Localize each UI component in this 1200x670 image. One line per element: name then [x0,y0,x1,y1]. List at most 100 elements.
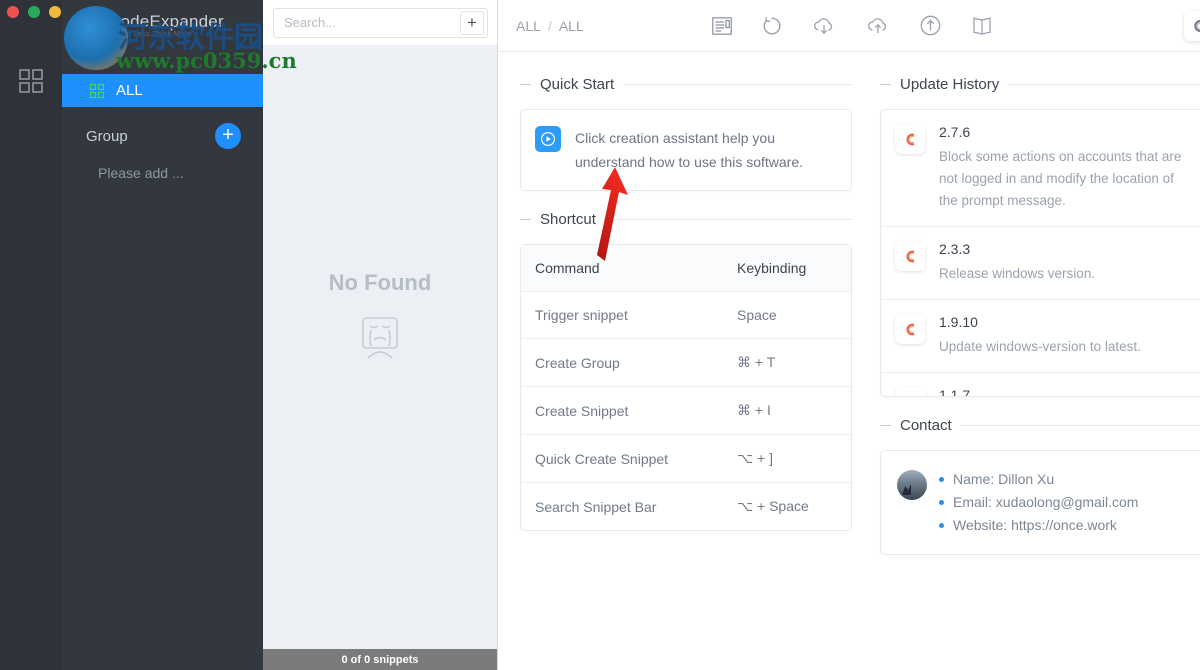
section-dash [520,219,531,220]
cell-command: Create Group [521,338,723,387]
search-box[interactable]: + [273,7,488,38]
cell-keybinding: ⌘ + T [723,338,851,387]
breadcrumb: ALL / ALL [516,18,584,34]
codeexpander-logo-icon [895,124,925,154]
sidebar-item-all[interactable]: ALL [62,74,263,107]
column-header-command: Command [521,245,723,292]
status-bar: 0 of 0 snippets [263,649,497,670]
list-item: 2.7.6 Block some actions on accounts tha… [881,110,1200,227]
brand-name: CodeExpander [108,12,224,32]
section-rule [1008,84,1200,85]
contact-website[interactable]: Website: https://once.work [939,514,1138,537]
breadcrumb-item-1[interactable]: ALL [559,18,584,34]
contact-email[interactable]: Email: xudaolong@gmail.com [939,491,1138,514]
close-button[interactable] [7,6,19,18]
section-dash [520,84,531,85]
section-rule [960,425,1200,426]
book-icon[interactable] [971,16,993,36]
list-item: 1.1.7 [881,373,1200,397]
cell-command: Search Snippet Bar [535,498,657,515]
cell-keybinding: Space [723,291,851,339]
play-icon[interactable] [535,126,561,152]
left-rail [0,0,62,670]
quick-start-text: Click creation assistant help you unders… [575,130,804,170]
table-row: Create Group ⌘ + T [521,338,851,387]
breadcrumb-item-0[interactable]: ALL [516,18,541,34]
section-dash [880,425,891,426]
window-controls [7,6,61,18]
search-input[interactable] [284,15,460,30]
left-column: Quick Start Click creation assistant hel… [520,76,852,670]
sidebar-group-header: Group + [62,107,263,165]
shortcut-table-body: Trigger snippet Space Create Group ⌘ + T… [521,291,851,531]
column-header-keybinding: Keybinding [723,245,851,292]
toolbar: ALL / ALL [498,0,1200,52]
update-history-title: Update History [900,76,1000,93]
codeexpander-logo-icon [895,387,925,396]
cell-command: Quick Create Snippet [521,434,723,483]
avatar [897,470,927,500]
contact-header: Contact [880,417,1200,434]
cloud-download-icon[interactable] [812,16,836,36]
toolbar-actions [711,15,993,36]
shortcut-card: Command Keybinding Trigger snippet Space… [520,244,852,531]
group-sidebar: CodeExpander - Code Less Think More - AL… [62,0,297,670]
quick-start-header: Quick Start [520,76,852,93]
upload-circle-icon[interactable] [920,15,941,36]
search-bar: + [263,0,497,45]
codeexpander-logo-icon[interactable] [1184,10,1200,41]
shortcut-title: Shortcut [540,211,596,228]
brand-tagline: - Code Less Think More - [108,31,197,39]
contact-title: Contact [900,417,952,434]
contact-name: Name: Dillon Xu [939,468,1138,491]
sad-face-icon [362,317,398,359]
update-version: 2.3.3 [939,241,971,257]
app-brand: CodeExpander - Code Less Think More - [62,0,263,52]
table-header-row: Command Keybinding [521,245,851,292]
cloud-upload-icon[interactable] [866,16,890,36]
snippet-list-panel: + No Found 0 of 0 snippets [263,0,498,670]
dashboard-content: Quick Start Click creation assistant hel… [498,52,1200,670]
update-version: 1.9.10 [939,314,978,330]
shortcut-table: Command Keybinding Trigger snippet Space… [521,245,851,530]
add-group-button[interactable]: + [215,123,241,149]
sidebar-section-label: ALL [86,52,111,68]
list-item: 1.9.10 Update windows-version to latest. [881,300,1200,373]
contact-card: Name: Dillon Xu Email: xudaolong@gmail.c… [880,450,1200,555]
update-history-card[interactable]: 2.7.6 Block some actions on accounts tha… [880,109,1200,397]
sidebar-group-label: Group [86,127,128,145]
empty-state: No Found [263,45,497,649]
zoom-button[interactable] [49,6,61,18]
update-version: 2.7.6 [939,124,971,140]
snippet-list-icon[interactable] [711,16,732,35]
table-row: Trigger snippet Space [521,291,851,339]
cell-keybinding: ⌥ + ] [723,434,851,483]
update-description: Release windows version. [939,266,1096,281]
breadcrumb-separator: / [547,17,552,34]
section-rule [604,219,852,220]
codeexpander-logo-icon [895,241,925,271]
table-row: Quick Create Snippet ⌥ + ] [521,434,851,483]
update-version: 1.1.7 [939,387,971,397]
add-snippet-button[interactable]: + [460,10,484,35]
shortcut-header: Shortcut [520,211,852,228]
sidebar-item-all-label: ALL [116,82,143,99]
quick-start-card[interactable]: Click creation assistant help you unders… [520,109,852,191]
table-row: Create Snippet ⌘ + I [521,386,851,435]
codeexpander-logo-icon [895,314,925,344]
sidebar-empty-text: Please add ... [98,165,184,181]
minimize-button[interactable] [28,6,40,18]
cell-command: Create Snippet [521,386,723,435]
main-area: ALL / ALL Quick Start Click creation ass… [498,0,1200,670]
update-description: Update windows-version to latest. [939,339,1141,354]
contact-list: Name: Dillon Xu Email: xudaolong@gmail.c… [939,468,1138,537]
grid-icon[interactable] [18,68,44,94]
app-window: CodeExpander - Code Less Think More - AL… [0,0,1200,670]
cell-keybinding: ⌥ + Space [737,498,809,514]
cell-keybinding: ⌘ + I [723,386,851,435]
section-dash [880,84,891,85]
right-column: Update History 2.7.6 Block some actions … [880,76,1200,670]
quick-start-title: Quick Start [540,76,615,93]
sync-icon[interactable] [762,16,782,36]
codeexpander-logo-icon [75,12,99,40]
